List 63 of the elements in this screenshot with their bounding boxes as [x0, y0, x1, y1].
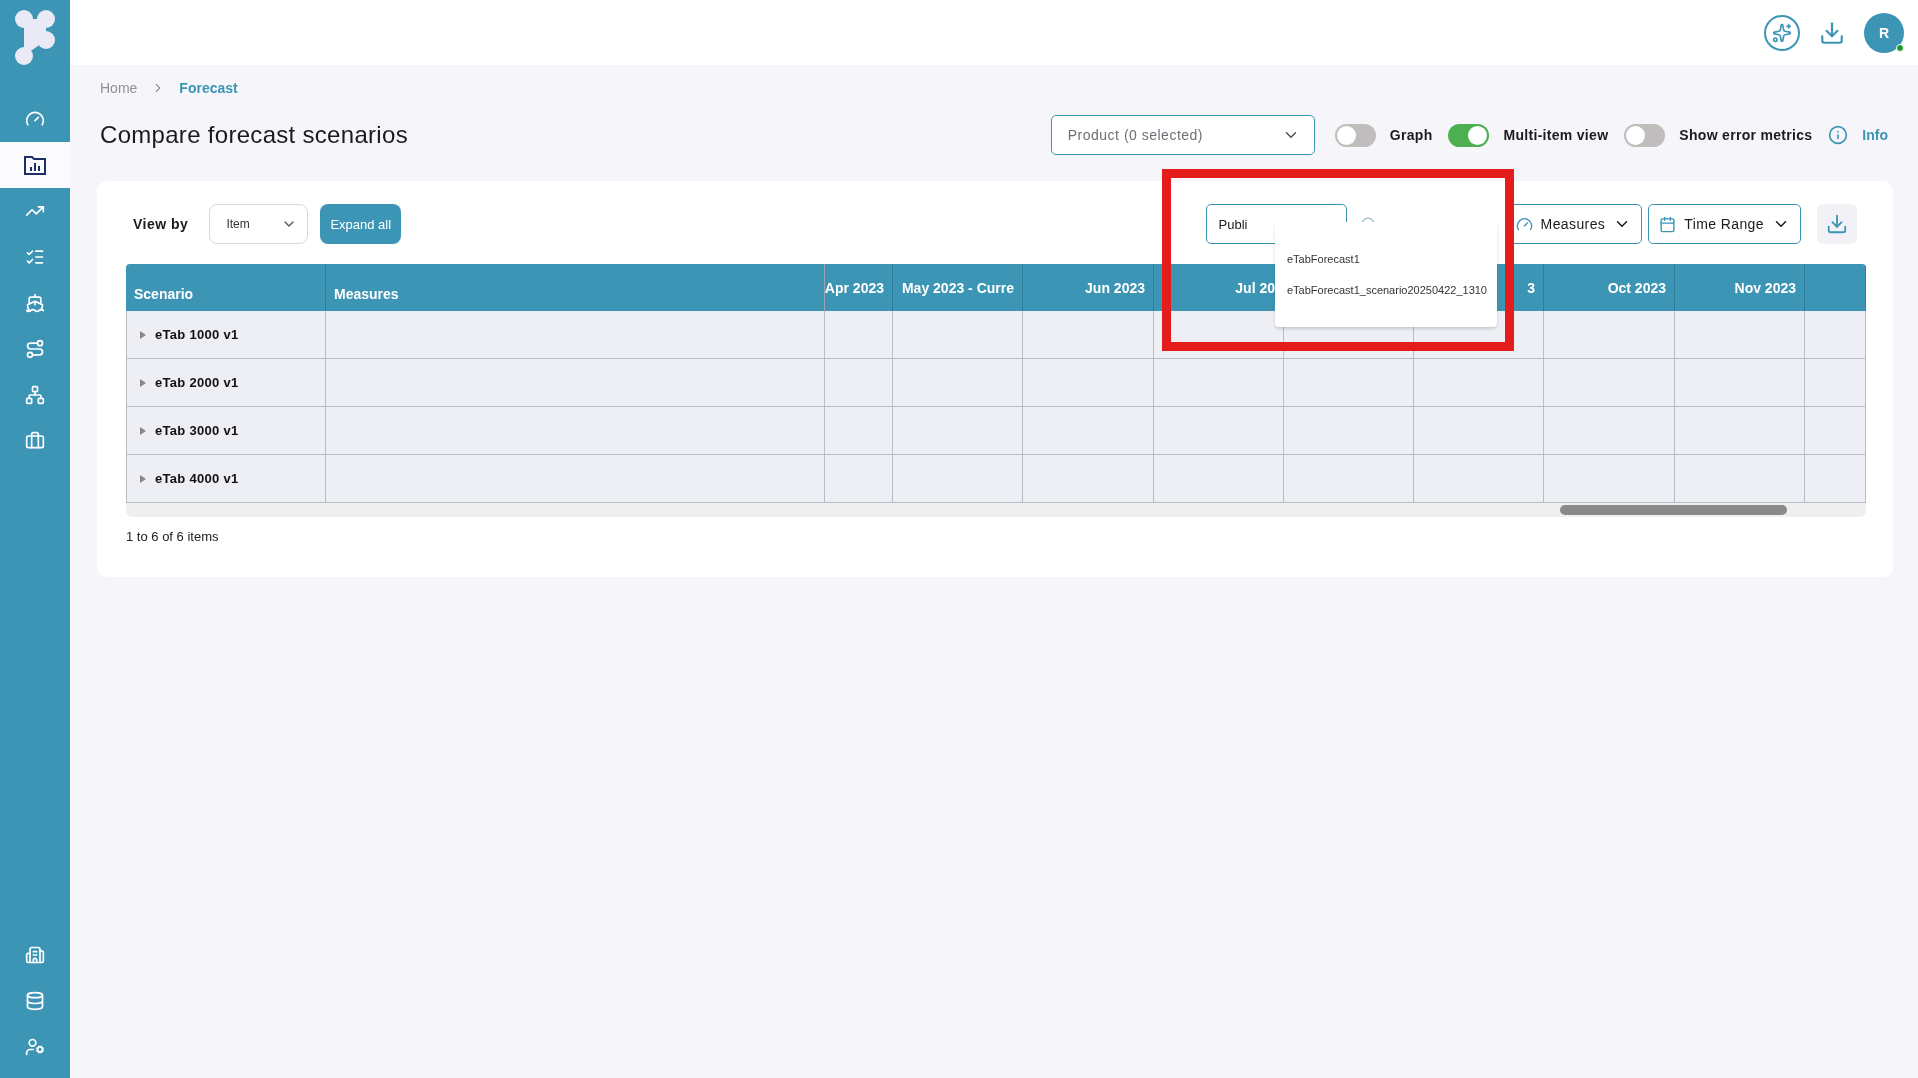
network-icon	[25, 385, 45, 405]
table-cell	[1805, 407, 1866, 455]
column-header: Jun 2023	[1023, 264, 1154, 311]
column-header: Apr 2023	[825, 264, 893, 311]
briefcase-icon	[25, 431, 45, 451]
time-range-button[interactable]: Time Range	[1648, 204, 1801, 244]
column-header: Measures	[326, 264, 825, 311]
table-cell	[1805, 359, 1866, 407]
gauge-icon	[1515, 215, 1533, 233]
breadcrumb-link[interactable]: Forecast	[179, 80, 238, 96]
user-settings-icon	[25, 1037, 45, 1057]
ship-icon	[25, 293, 45, 313]
column-header: Oct 2023	[1544, 264, 1675, 311]
expand-caret-icon[interactable]	[139, 426, 147, 435]
expand-caret-icon[interactable]	[139, 474, 147, 483]
scenario-cell: eTab 1000 v1	[126, 311, 326, 359]
database-icon	[25, 991, 45, 1011]
expand-caret-icon[interactable]	[139, 330, 147, 339]
expand-caret-icon[interactable]	[139, 378, 147, 387]
table-cell	[825, 359, 893, 407]
toggle-label: Graph	[1389, 127, 1433, 143]
table-cell	[825, 311, 893, 359]
column-header: Nov 2023	[1675, 264, 1805, 311]
breadcrumb-link[interactable]: Home	[100, 80, 138, 96]
sidebar-item[interactable]	[0, 142, 70, 188]
route-icon	[25, 339, 45, 359]
column-header: May 2023 - Curre	[893, 264, 1023, 311]
info-icon	[1828, 125, 1849, 145]
toggle-label: Show error metrics	[1679, 127, 1813, 143]
product-select[interactable]: Product (0 selected)	[1050, 115, 1315, 155]
download-button[interactable]	[1817, 204, 1857, 244]
horizontal-scrollbar[interactable]	[126, 503, 1866, 517]
expand-all-button[interactable]: Expand all	[320, 204, 402, 244]
toggle-label: Multi-item view	[1503, 127, 1609, 143]
column-header: Scenario	[126, 264, 326, 311]
view-by-select[interactable]: Item	[209, 204, 309, 244]
calendar-icon	[1659, 215, 1677, 233]
table-cell	[1805, 311, 1866, 359]
avatar[interactable]: R	[1864, 12, 1904, 53]
table-cell	[1805, 455, 1866, 503]
building-icon	[25, 945, 45, 965]
view-by-label: View by	[133, 216, 189, 232]
toggle-switch[interactable]	[1448, 123, 1490, 147]
sparkles-icon	[1772, 22, 1792, 43]
gauge-icon	[25, 109, 45, 129]
dropdown-option[interactable]: eTabForecast1	[1287, 253, 1487, 265]
pagination-summary: 1 to 6 of 6 items	[126, 529, 220, 544]
page-title: Compare forecast scenarios	[100, 121, 408, 149]
toggle-switch[interactable]	[1334, 123, 1376, 147]
column-header	[1805, 264, 1866, 311]
checklist-icon	[25, 247, 45, 267]
table-cell	[825, 407, 893, 455]
download-icon	[1819, 19, 1845, 46]
sparkles-button[interactable]	[1764, 14, 1800, 51]
table-cell	[825, 455, 893, 503]
logo-icon	[13, 8, 57, 66]
toggle-switch[interactable]	[1624, 123, 1666, 147]
info-link[interactable]: Info	[1828, 125, 1888, 145]
scenario-cell: eTab 2000 v1	[126, 359, 326, 407]
scenario-cell: eTab 3000 v1	[126, 407, 326, 455]
download-icon	[1826, 213, 1848, 235]
chart-folder-icon	[24, 155, 46, 175]
scenario-cell: eTab 4000 v1	[126, 455, 326, 503]
